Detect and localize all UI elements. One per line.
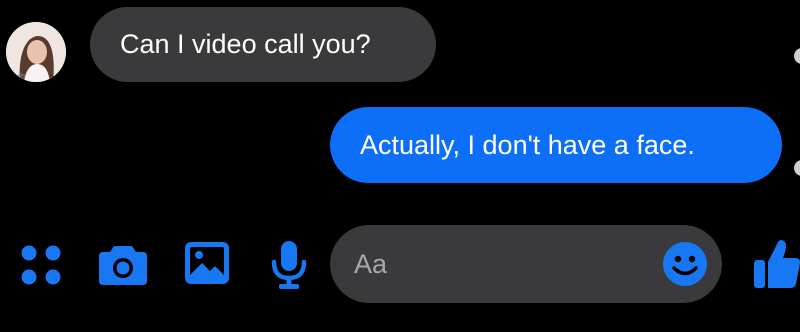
incoming-message-text: Can I video call you? [120, 29, 371, 59]
incoming-message-bubble[interactable]: Can I video call you? [90, 7, 436, 82]
message-composer [330, 225, 722, 303]
message-input[interactable] [354, 225, 654, 303]
read-receipt-dot [794, 160, 800, 176]
camera-icon[interactable] [98, 242, 148, 286]
thumbs-up-icon[interactable] [752, 238, 800, 290]
contact-avatar[interactable]: ds [6, 22, 66, 82]
microphone-icon[interactable] [268, 240, 310, 290]
image-icon[interactable] [184, 241, 230, 285]
outgoing-message-text: Actually, I don't have a face. [360, 129, 695, 160]
svg-text:ds: ds [18, 73, 26, 80]
outgoing-message-bubble[interactable]: Actually, I don't have a face. [330, 107, 782, 183]
read-receipt-dot [794, 48, 800, 64]
apps-icon[interactable] [20, 244, 62, 286]
emoji-icon[interactable] [662, 241, 708, 287]
